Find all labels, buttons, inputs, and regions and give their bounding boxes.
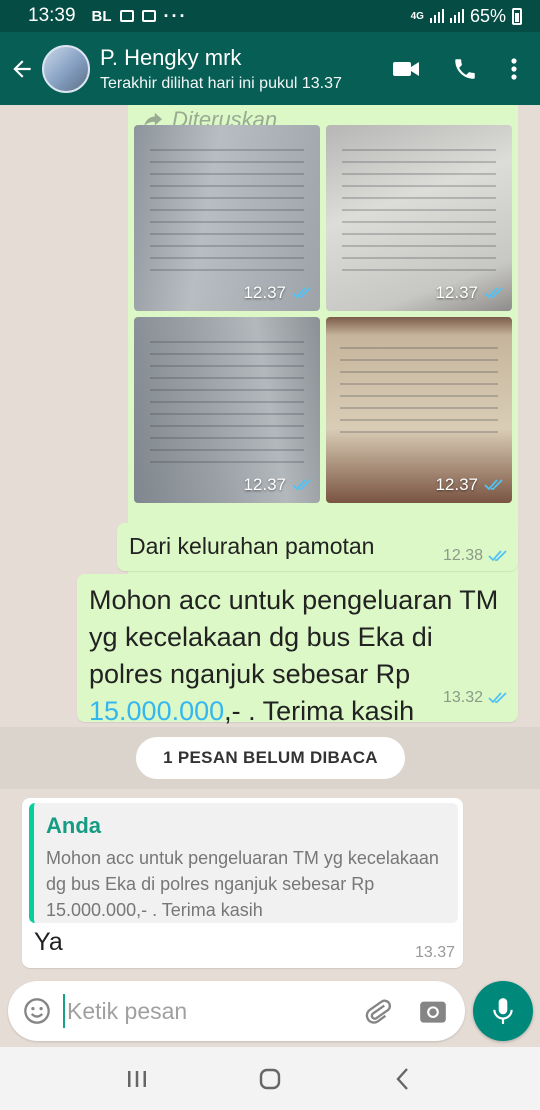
network-type: 4G [410, 10, 424, 22]
quoted-author: Anda [46, 813, 101, 838]
gallery-notification-icon [141, 10, 156, 22]
outgoing-message[interactable]: Dari kelurahan pamotan 12.38 [117, 523, 518, 571]
battery-icon [512, 7, 522, 25]
incoming-message[interactable]: Anda Mohon acc untuk pengeluaran TM yg k… [22, 798, 463, 968]
chevron-left-icon [396, 1067, 409, 1090]
message-time: 12.38 [442, 547, 483, 564]
media-thumbnail[interactable]: 12.37 [134, 317, 320, 503]
message-input[interactable] [63, 994, 363, 1028]
video-call-icon[interactable] [392, 58, 420, 80]
media-thumbnail[interactable]: 12.37 [326, 125, 512, 311]
clock: 13:39 [28, 5, 76, 26]
message-text: Ya [34, 928, 63, 956]
chat-header: P. Hengky mrk Terakhir dilihat hari ini … [0, 32, 540, 105]
message-text: Dari kelurahan pamotan [129, 533, 375, 559]
recents-button[interactable] [117, 1059, 157, 1099]
double-check-icon [488, 550, 507, 562]
chat-area[interactable]: Diteruskan 12.37 12.37 12.37 12.37 Dari … [0, 105, 540, 981]
home-icon [259, 1068, 281, 1089]
paperclip-icon [365, 999, 391, 1024]
attach-button[interactable] [363, 996, 392, 1026]
status-bar: 13:39 BL ··· 4G 65% [0, 0, 540, 32]
unread-badge: 1 PESAN BELUM DIBACA [136, 737, 405, 779]
unread-divider: 1 PESAN BELUM DIBACA [0, 727, 540, 789]
battery-percent: 65% [469, 5, 506, 26]
phone-icon[interactable] [452, 56, 478, 82]
voice-message-button[interactable] [473, 981, 533, 1041]
double-check-icon [292, 287, 311, 299]
recents-icon [127, 1070, 146, 1087]
message-time: 13.37 [414, 944, 455, 961]
last-seen: Terakhir dilihat hari ini pukul 13.37 [100, 74, 342, 92]
media-time: 12.37 [243, 475, 286, 494]
quoted-message[interactable]: Anda Mohon acc untuk pengeluaran TM yg k… [29, 803, 458, 923]
back-button[interactable] [2, 32, 42, 105]
signal-2-icon [449, 9, 464, 23]
outgoing-message[interactable]: Mohon acc untuk pengeluaran TM yg kecela… [77, 574, 518, 726]
media-time: 12.37 [243, 283, 286, 302]
message-text: Mohon acc untuk pengeluaran TM yg kecela… [89, 585, 499, 689]
double-check-icon [484, 479, 503, 491]
signal-icon [429, 9, 444, 23]
home-button[interactable] [250, 1059, 290, 1099]
media-thumbnail[interactable]: 12.37 [326, 317, 512, 503]
camera-icon [419, 1001, 446, 1023]
notification-icon [119, 10, 134, 22]
more-notifications-icon: ··· [163, 5, 188, 26]
message-text-tail: ,- . Terima kasih [224, 696, 415, 726]
quoted-text: Mohon acc untuk pengeluaran TM yg kecela… [46, 848, 439, 920]
contact-info[interactable]: P. Hengky mrk Terakhir dilihat hari ini … [100, 45, 392, 93]
media-time: 12.37 [435, 283, 478, 302]
contact-name: P. Hengky mrk [100, 44, 242, 70]
avatar[interactable] [42, 44, 90, 93]
phone-number-link[interactable]: 15.000.000 [89, 696, 224, 726]
back-arrow-icon [13, 59, 31, 78]
system-nav-bar [0, 1047, 540, 1110]
media-time: 12.37 [435, 475, 478, 494]
message-time: 13.32 [442, 689, 483, 706]
back-nav-button[interactable] [383, 1059, 423, 1099]
media-thumbnail[interactable]: 12.37 [134, 125, 320, 311]
message-composer [8, 981, 465, 1041]
carrier-label: BL [91, 7, 112, 25]
more-vert-icon[interactable] [510, 57, 518, 81]
emoji-icon [23, 998, 50, 1024]
double-check-icon [488, 691, 507, 703]
double-check-icon [292, 479, 311, 491]
microphone-icon [493, 998, 513, 1024]
camera-button[interactable] [418, 996, 447, 1026]
emoji-button[interactable] [22, 996, 51, 1026]
double-check-icon [484, 287, 503, 299]
